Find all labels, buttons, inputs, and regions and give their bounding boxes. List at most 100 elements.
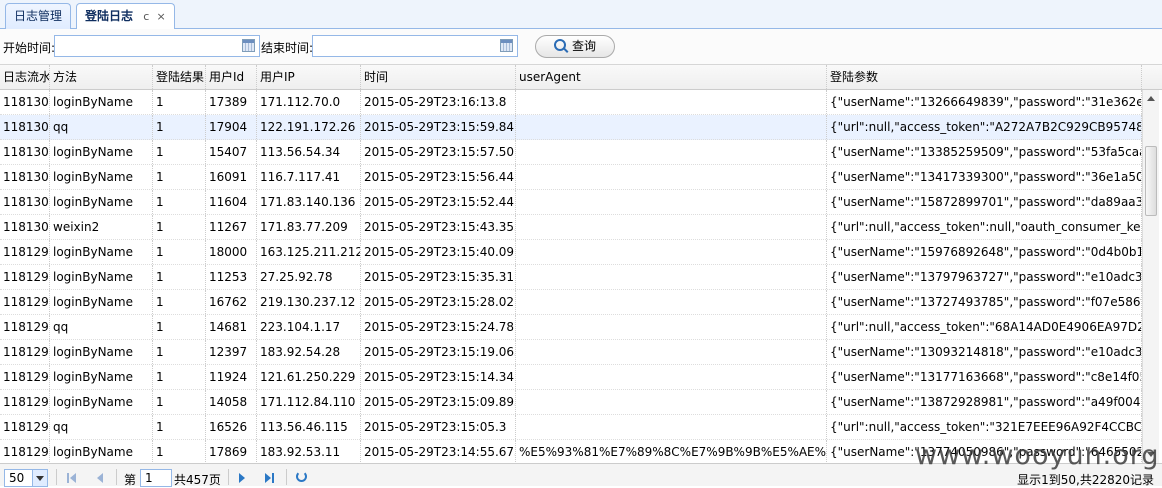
record-info: 显示1到50,共22820记录 — [1017, 473, 1154, 487]
cell-col-user-agent — [516, 415, 827, 439]
cell-col-user-ip: 219.130.237.12 — [257, 290, 361, 314]
cell-col-login-params: {"url":null,"access_token":"68A14AD0E490… — [827, 315, 1142, 339]
cell-col-login-params: {"userName":"13177163668","password":"c8… — [827, 365, 1142, 389]
table-row[interactable]: 1181301loginByName111604171.83.140.13620… — [0, 190, 1142, 215]
cell-col-method: loginByName — [50, 265, 153, 289]
scroll-up-icon[interactable] — [1147, 96, 1155, 101]
vertical-scrollbar[interactable] — [1142, 90, 1159, 463]
table-row[interactable]: 1181298loginByName11125327.25.92.782015-… — [0, 265, 1142, 290]
cell-col-user-ip: 183.92.53.11 — [257, 440, 361, 463]
calendar-icon[interactable] — [500, 39, 513, 52]
cell-col-user-agent — [516, 315, 827, 339]
watermark: www.wooyun.org — [915, 440, 1160, 471]
header-col-time[interactable]: 时间 — [361, 65, 516, 89]
cell-col-user-ip: 223.104.1.17 — [257, 315, 361, 339]
search-icon — [553, 39, 566, 51]
cell-col-login-params: {"userName":"13385259509","password":"53… — [827, 140, 1142, 164]
cell-col-user-agent — [516, 190, 827, 214]
header-col-user-ip[interactable]: 用户IP — [257, 65, 361, 89]
table-row[interactable]: 1181305loginByName117389171.112.70.02015… — [0, 90, 1142, 115]
cell-col-login-params: {"userName":"13797963727","password":"e1… — [827, 265, 1142, 289]
cell-col-log-id: 1181292 — [0, 415, 50, 439]
cell-col-user-id: 11267 — [206, 215, 257, 239]
search-button[interactable]: 查询 — [535, 35, 615, 58]
cell-col-user-id: 14681 — [206, 315, 257, 339]
cell-col-user-ip: 171.83.77.209 — [257, 215, 361, 239]
start-time-datebox[interactable] — [54, 35, 260, 57]
table-row[interactable]: 1181303loginByName115407113.56.54.342015… — [0, 140, 1142, 165]
chevron-down-icon[interactable] — [32, 470, 47, 486]
end-time-label: 结束时间: — [261, 41, 314, 55]
header-col-user-id[interactable]: 用户Id — [206, 65, 257, 89]
start-time-input[interactable] — [55, 36, 241, 56]
end-time-datebox[interactable] — [312, 35, 518, 57]
cell-col-user-id: 11924 — [206, 365, 257, 389]
table-row[interactable]: 1181299loginByName118000163.125.211.2122… — [0, 240, 1142, 265]
cell-col-user-ip: 122.191.172.26 — [257, 115, 361, 139]
tab-log-management[interactable]: 日志管理 — [5, 3, 72, 29]
table-row[interactable]: 1181304qq117904122.191.172.262015-05-29T… — [0, 115, 1142, 140]
cell-col-method: loginByName — [50, 240, 153, 264]
cell-col-log-id: 1181305 — [0, 90, 50, 114]
header-col-method[interactable]: 方法 — [50, 65, 153, 89]
prev-page-icon[interactable] — [94, 471, 108, 485]
cell-col-log-id: 1181293 — [0, 390, 50, 414]
table-row[interactable]: 1181302loginByName116091116.7.117.412015… — [0, 165, 1142, 190]
cell-col-user-agent: %E5%93%81%E7%89%8C%E7%9B%9B%E5%AE%B4/3 — [516, 440, 827, 463]
cell-col-time: 2015-05-29T23:15:19.063 — [361, 340, 516, 364]
header-col-user-agent[interactable]: userAgent — [516, 65, 827, 89]
page-size-select[interactable]: 50 — [4, 469, 48, 487]
cell-col-login-result: 1 — [153, 115, 206, 139]
refresh-icon[interactable] — [296, 471, 307, 482]
cell-col-user-agent — [516, 90, 827, 114]
tab-close-icon[interactable]: × — [156, 10, 165, 23]
table-row[interactable]: 1181293loginByName114058171.112.84.11020… — [0, 390, 1142, 415]
cell-col-login-params: {"userName":"13093214818","password":"e1… — [827, 340, 1142, 364]
cell-col-time: 2015-05-29T23:15:35.317 — [361, 265, 516, 289]
table-row[interactable]: 1181292qq116526113.56.46.1152015-05-29T2… — [0, 415, 1142, 440]
cell-col-user-agent — [516, 115, 827, 139]
cell-col-time: 2015-05-29T23:15:09.893 — [361, 390, 516, 414]
last-page-icon[interactable] — [262, 471, 276, 485]
cell-col-login-params: {"userName":"13417339300","password":"36… — [827, 165, 1142, 189]
cell-col-user-ip: 27.25.92.78 — [257, 265, 361, 289]
cell-col-login-params: {"userName":"15872899701","password":"da… — [827, 190, 1142, 214]
scroll-thumb[interactable] — [1145, 146, 1157, 216]
table-row[interactable]: 1181297loginByName116762219.130.237.1220… — [0, 290, 1142, 315]
table-row[interactable]: 1181295loginByName112397183.92.54.282015… — [0, 340, 1142, 365]
header-col-login-result[interactable]: 登陆结果 — [153, 65, 206, 89]
cell-col-log-id: 1181297 — [0, 290, 50, 314]
cell-col-user-agent — [516, 390, 827, 414]
pager-separator — [56, 469, 57, 485]
cell-col-user-id: 16091 — [206, 165, 257, 189]
calendar-icon[interactable] — [242, 39, 255, 52]
end-time-input[interactable] — [313, 36, 499, 56]
tab-label: 登陆日志 — [85, 9, 134, 23]
cell-col-user-id: 14058 — [206, 390, 257, 414]
cell-col-log-id: 1181300 — [0, 215, 50, 239]
cell-col-user-agent — [516, 365, 827, 389]
header-col-login-params[interactable]: 登陆参数 — [827, 65, 1142, 89]
cell-col-user-agent — [516, 140, 827, 164]
header-col-log-id[interactable]: 日志流水 — [0, 65, 50, 89]
next-page-icon[interactable] — [236, 471, 250, 485]
cell-col-time: 2015-05-29T23:14:55.673 — [361, 440, 516, 463]
cell-col-method: loginByName — [50, 165, 153, 189]
cell-col-method: qq — [50, 115, 153, 139]
cell-col-user-id: 16762 — [206, 290, 257, 314]
table-row[interactable]: 1181294loginByName111924121.61.250.22920… — [0, 365, 1142, 390]
cell-col-time: 2015-05-29T23:15:52.44 — [361, 190, 516, 214]
cell-col-user-ip: 171.112.84.110 — [257, 390, 361, 414]
tab-bar: 日志管理 登陆日志 c × — [0, 0, 1162, 30]
pager-separator — [116, 469, 117, 485]
tab-refresh-icon[interactable]: c — [143, 10, 149, 23]
table-row[interactable]: 1181300weixin2111267171.83.77.2092015-05… — [0, 215, 1142, 240]
cell-col-login-params: {"userName":"15976892648","password":"0d… — [827, 240, 1142, 264]
tab-login-log[interactable]: 登陆日志 c × — [76, 3, 175, 30]
cell-col-user-id: 11253 — [206, 265, 257, 289]
table-row[interactable]: 1181296qq114681223.104.1.172015-05-29T23… — [0, 315, 1142, 340]
first-page-icon[interactable] — [66, 471, 80, 485]
page-number-input[interactable]: 1 — [140, 469, 172, 487]
page-size-value: 50 — [9, 471, 25, 485]
cell-col-user-id: 18000 — [206, 240, 257, 264]
